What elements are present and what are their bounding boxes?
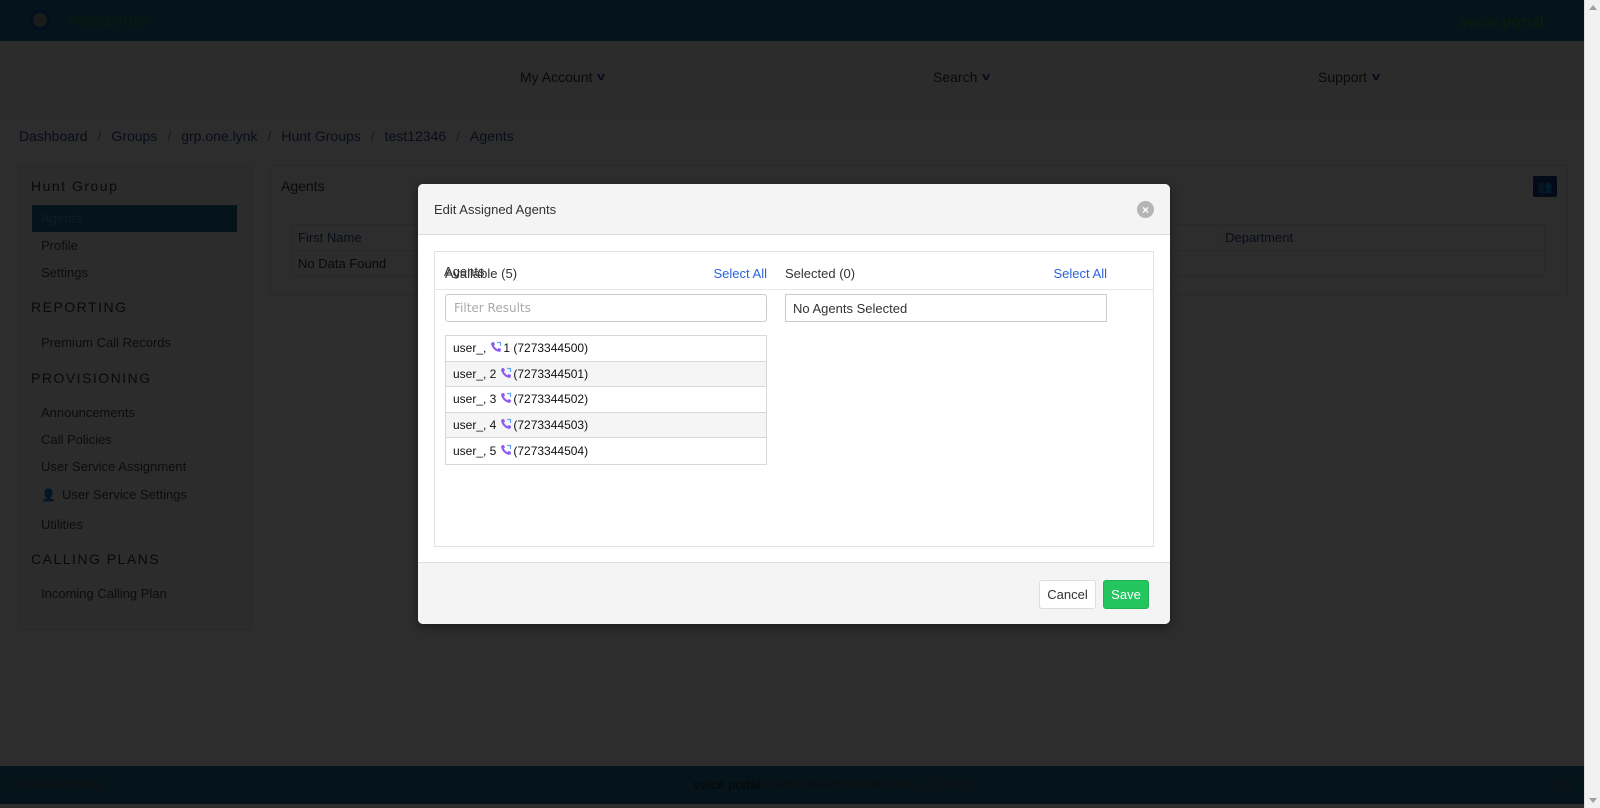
agent-number: 1 (7273344500)	[503, 341, 589, 356]
selected-select-all-link[interactable]: Select All	[1054, 266, 1107, 281]
phone-icon	[501, 444, 512, 455]
selected-column: Selected (0) Select All No Agents Select…	[785, 266, 1107, 322]
modal-header: Edit Assigned Agents ×	[418, 184, 1170, 235]
agent-name: user_, 4	[453, 417, 497, 432]
phone-icon	[501, 367, 512, 378]
agent-name: user_, 5	[453, 443, 497, 458]
agent-list-item[interactable]: user_, 1 (7273344500)	[446, 336, 766, 362]
available-column: Available (5) Select All user_, 1 (72733…	[445, 266, 767, 465]
close-icon: ×	[1141, 202, 1149, 217]
agent-list-item[interactable]: user_, 5 (7273344504)	[446, 438, 766, 464]
agent-number: (7273344502)	[513, 392, 589, 407]
agent-name: user_, 2	[453, 366, 497, 381]
phone-icon	[491, 342, 502, 353]
save-button[interactable]: Save	[1103, 580, 1149, 609]
phone-icon	[501, 393, 512, 404]
agent-list-item[interactable]: user_, 4 (7273344503)	[446, 412, 766, 438]
filter-results-input[interactable]	[445, 294, 767, 322]
modal-footer: Cancel Save	[418, 562, 1170, 624]
available-select-all-link[interactable]: Select All	[714, 266, 767, 281]
agent-list-item[interactable]: user_, 2 (7273344501)	[446, 361, 766, 387]
phone-icon	[501, 418, 512, 429]
agent-name: user_, 3	[453, 392, 497, 407]
scroll-up-arrow-icon[interactable]	[1589, 5, 1597, 10]
page-scrollbar[interactable]	[1584, 0, 1600, 808]
available-agent-list: user_, 1 (7273344500) user_, 2 (72733445…	[445, 335, 767, 465]
agent-number: (7273344501)	[513, 366, 589, 381]
agent-number: (7273344504)	[513, 443, 589, 458]
edit-assigned-agents-modal: Edit Assigned Agents × Agents Available …	[418, 184, 1170, 624]
agent-name: user_,	[453, 341, 487, 356]
selected-agent-list: No Agents Selected	[785, 294, 1107, 322]
agent-number: (7273344503)	[513, 417, 589, 432]
cancel-button[interactable]: Cancel	[1039, 580, 1096, 609]
close-button[interactable]: ×	[1137, 201, 1154, 218]
modal-title: Edit Assigned Agents	[434, 202, 557, 217]
agent-list-item[interactable]: user_, 3 (7273344502)	[446, 387, 766, 413]
selected-label: Selected (0)	[785, 266, 856, 281]
available-label: Available (5)	[445, 266, 518, 281]
scroll-down-arrow-icon[interactable]	[1589, 798, 1597, 803]
